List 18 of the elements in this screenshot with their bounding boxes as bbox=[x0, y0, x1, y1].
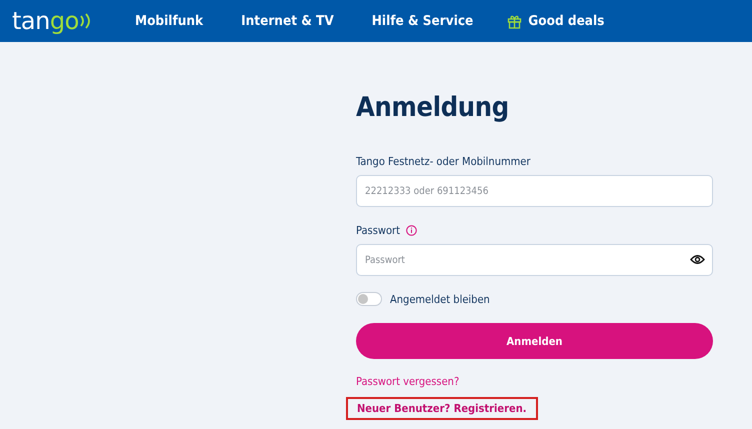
nav-link[interactable]: Good deals bbox=[507, 13, 604, 29]
toggle-switch[interactable] bbox=[356, 292, 382, 306]
phone-number-field[interactable]: 22212333 oder 691123456 bbox=[356, 175, 713, 207]
gift-icon bbox=[507, 14, 522, 28]
field-label: Tango Festnetz- oder Mobilnummer bbox=[356, 154, 532, 168]
tango-logo[interactable]: tango bbox=[12, 9, 135, 33]
nav-link[interactable]: Mobilfunk bbox=[135, 13, 204, 29]
toggle-label: Angemeldet bleiben bbox=[390, 292, 490, 306]
register-link[interactable]: Neuer Benutzer? Registrieren. bbox=[346, 397, 538, 420]
field-label: Passwort bbox=[356, 224, 400, 236]
eye-icon[interactable] bbox=[690, 254, 705, 265]
nav-link[interactable]: Hilfe & Service bbox=[372, 13, 474, 29]
forgot-password-link[interactable]: Passwort vergessen? bbox=[356, 375, 460, 388]
password-field[interactable]: Passwort bbox=[356, 244, 713, 276]
login-button[interactable]: Anmelden bbox=[356, 323, 713, 359]
page-title: Anmeldung bbox=[356, 91, 509, 125]
nav-link[interactable]: Internet & TV bbox=[241, 13, 334, 29]
info-icon[interactable] bbox=[406, 224, 417, 236]
